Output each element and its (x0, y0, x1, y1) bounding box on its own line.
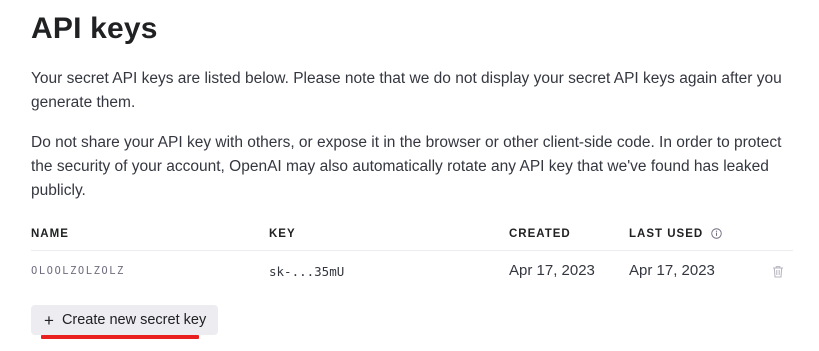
column-header-name: NAME (31, 228, 69, 240)
api-keys-table: NAME KEY CREATED LAST USED OLOOLZOLZOLZ … (31, 222, 793, 291)
trash-icon[interactable] (772, 265, 784, 283)
description-paragraph-2: Do not share your API key with others, o… (31, 134, 782, 199)
annotation-underline (41, 335, 199, 339)
key-value-cell: sk-...35mU (269, 264, 345, 279)
column-header-created: CREATED (509, 228, 571, 240)
plus-icon: + (44, 310, 54, 330)
key-name-cell: OLOOLZOLZOLZ (31, 265, 125, 277)
info-icon[interactable] (711, 228, 723, 242)
page-title: API keys (31, 12, 158, 45)
create-new-secret-key-button[interactable]: + Create new secret key (31, 305, 219, 335)
description-paragraph-1: Your secret API keys are listed below. P… (31, 70, 782, 111)
created-date-cell: Apr 17, 2023 (509, 262, 595, 279)
column-header-last-used: LAST USED (629, 228, 723, 242)
last-used-date-cell: Apr 17, 2023 (629, 262, 715, 279)
create-button-label: Create new secret key (61, 312, 207, 328)
table-row: OLOOLZOLZOLZ sk-...35mU Apr 17, 2023 Apr… (31, 251, 793, 291)
column-header-key: KEY (269, 228, 296, 240)
table-header: NAME KEY CREATED LAST USED (31, 222, 793, 251)
column-header-last-used-label: LAST USED (629, 228, 704, 240)
